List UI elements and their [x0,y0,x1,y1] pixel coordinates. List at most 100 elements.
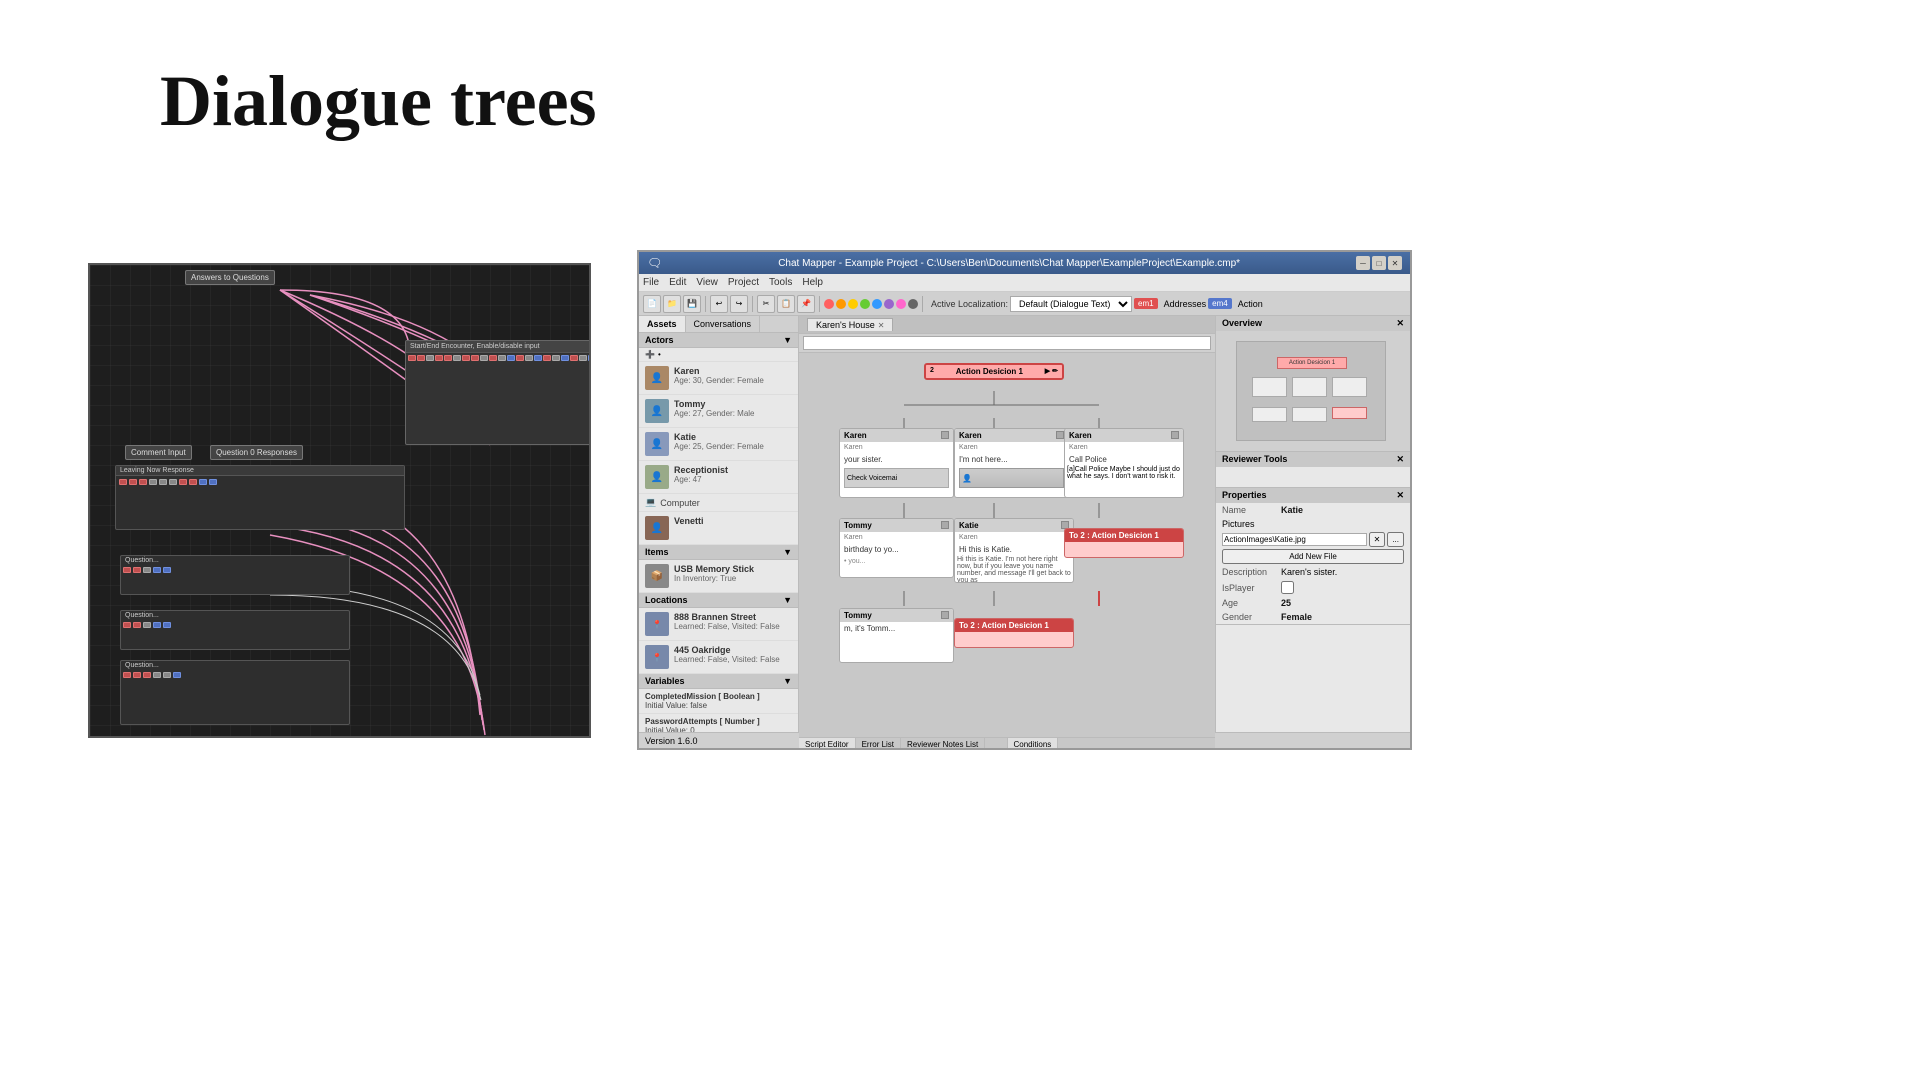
node-your-sister[interactable]: Karen Karen your sister. Check Voicemai [839,428,954,498]
prop-name-value: Katie [1281,505,1303,515]
location-445[interactable]: 📍 445 Oakridge Learned: False, Visited: … [639,641,798,674]
actor-tommy[interactable]: 👤 Tommy Age: 27, Gender: Male [639,395,798,428]
actor-katie[interactable]: 👤 Katie Age: 25, Gender: Female [639,428,798,461]
tab-error-list[interactable]: Error List [856,738,901,748]
prop-isplayer-label: IsPlayer [1222,583,1277,593]
cm-main-body: Assets Conversations Actors ▼ ➕• 👤 Karen… [639,316,1410,748]
overview-mini-map[interactable]: Action Desicion 1 [1216,331,1410,451]
add-new-file-button[interactable]: Add New File [1222,549,1404,564]
menu-project[interactable]: Project [728,277,759,288]
item-usb[interactable]: 📦 USB Memory Stick In Inventory: True [639,560,798,593]
tab-assets[interactable]: Assets [639,316,686,332]
tb-undo[interactable]: ↩ [710,295,728,313]
tb-redo[interactable]: ↪ [730,295,748,313]
prop-gender-label: Gender [1222,612,1277,622]
node-birthday[interactable]: Tommy Karen birthday to yo... • you... [839,518,954,578]
tab-conversations[interactable]: Conversations [686,316,761,332]
node-call-police[interactable]: Karen Karen Call Police [a]Call Police M… [1064,428,1184,498]
close-button[interactable]: ✕ [1388,256,1402,270]
actor-receptionist[interactable]: 👤 Receptionist Age: 47 [639,461,798,494]
tb-save[interactable]: 💾 [683,295,701,313]
location-888[interactable]: 📍 888 Brannen Street Learned: False, Vis… [639,608,798,641]
prop-pictures-path-row: ✕ ... [1216,531,1410,548]
ng-label-q1: Question... [121,556,349,565]
prop-name-row: Name Katie [1216,503,1410,517]
addresses-label: Addresses [1164,299,1207,309]
prop-age-row: Age 25 [1216,596,1410,610]
conditions-panel: Conditions [1008,738,1216,748]
prop-desc-value: Karen's sister. [1281,567,1337,577]
prop-pictures-clear[interactable]: ✕ [1369,532,1386,547]
version-bar: Version 1.6.0 [639,732,799,748]
cm-assets-panel: Assets Conversations Actors ▼ ➕• 👤 Karen… [639,316,799,748]
actor-computer[interactable]: 💻 Computer [639,494,798,512]
tab-script-editor[interactable]: Script Editor [799,738,856,748]
reviewer-tools-section: Reviewer Tools ✕ [1216,452,1410,488]
cm-right-panel: Overview ✕ Action Desicion 1 [1215,316,1410,748]
location-888-icon: 📍 [645,612,669,636]
properties-header: Properties ✕ [1216,488,1410,503]
action-decision-node[interactable]: 2 Action Desicion 1 ▶ ✏ [924,363,1064,380]
properties-section: Properties ✕ Name Katie Pictures ✕ ... A… [1216,488,1410,625]
prop-desc-label: Description [1222,567,1277,577]
script-panel-tabs: Script Editor Error List Reviewer Notes … [799,738,1007,748]
prop-isplayer-checkbox[interactable] [1281,581,1294,594]
tab-conditions[interactable]: Conditions [1008,738,1059,748]
minimize-button[interactable]: ─ [1356,256,1370,270]
var-completed-mission[interactable]: CompletedMission [ Boolean ] Initial Val… [639,689,798,714]
menu-file[interactable]: File [643,277,659,288]
menu-edit[interactable]: Edit [669,277,686,288]
overview-section: Overview ✕ Action Desicion 1 [1216,316,1410,452]
actor-venetti[interactable]: 👤 Venetti [639,512,798,545]
cm-toolbar: 📄 📁 💾 ↩ ↪ ✂ 📋 📌 Active Localization: Def… [639,292,1410,316]
actor-karen[interactable]: 👤 Karen Age: 30, Gender: Female [639,362,798,395]
locations-section-header: Locations ▼ [639,593,798,608]
doc-tab-close[interactable]: ✕ [878,321,885,330]
prop-age-label: Age [1222,598,1277,608]
cm-title-bar: 🗨 Chat Mapper - Example Project - C:\Use… [639,252,1410,274]
menu-tools[interactable]: Tools [769,277,792,288]
node-graph-canvas: Answers to Questions Start/End Encounter… [90,265,589,736]
node-im-not-here[interactable]: Karen Karen I'm not here... 👤 [954,428,1069,498]
cm-doc-tab-bar: Karen's House ✕ [799,316,1215,334]
prop-pictures-input[interactable] [1222,533,1367,546]
node-action-ref[interactable]: To 2 : Action Desicion 1 [1064,528,1184,558]
tb-new[interactable]: 📄 [643,295,661,313]
actors-section-header: Actors ▼ [639,333,798,348]
actor-venetti-avatar: 👤 [645,516,669,540]
tree-search-input[interactable] [803,336,1211,350]
item-usb-icon: 📦 [645,564,669,588]
script-editor-panel: Script Editor Error List Reviewer Notes … [799,738,1008,748]
doc-tab-karens-house[interactable]: Karen's House ✕ [807,318,893,331]
menu-view[interactable]: View [696,277,718,288]
prop-pictures-row: Pictures [1216,517,1410,531]
localization-dropdown[interactable]: Default (Dialogue Text) [1010,296,1132,312]
cm-dialogue-tree-panel: Karen's House ✕ [799,316,1215,748]
node-hi-katie[interactable]: Katie Karen Hi this is Katie. Hi this is… [954,518,1074,583]
prop-gender-value: Female [1281,612,1312,622]
prop-description-row: Description Karen's sister. [1216,565,1410,579]
prop-pictures-browse[interactable]: ... [1387,532,1404,547]
page-title: Dialogue trees [160,60,597,143]
actor-tommy-avatar: 👤 [645,399,669,423]
cm-tree-area: 2 Action Desicion 1 ▶ ✏ Karen Karen your… [799,353,1215,737]
tb-cut[interactable]: ✂ [757,295,775,313]
node-its-tommy[interactable]: Tommy m, it's Tomm... [839,608,954,663]
tb-copy[interactable]: 📋 [777,295,795,313]
prop-name-label: Name [1222,505,1277,515]
ng-label-answers: Answers to Questions [185,270,275,285]
actor-receptionist-avatar: 👤 [645,465,669,489]
tb-paste[interactable]: 📌 [797,295,815,313]
ng-label-leaving: Leaving Now Response [116,466,404,476]
maximize-button[interactable]: □ [1372,256,1386,270]
menu-help[interactable]: Help [802,277,823,288]
node-action-ref2[interactable]: To 2 : Action Desicion 1 [954,618,1074,648]
location-445-icon: 📍 [645,645,669,669]
cm-bottom-panels: Script Editor Error List Reviewer Notes … [799,737,1215,748]
tab-reviewer-notes[interactable]: Reviewer Notes List [901,738,985,748]
badge-em1: em1 [1134,298,1158,309]
prop-age-value: 25 [1281,598,1291,608]
right-screenshot-chat-mapper: 🗨 Chat Mapper - Example Project - C:\Use… [637,250,1412,750]
ng-label-comment: Comment Input [125,445,192,460]
tb-open[interactable]: 📁 [663,295,681,313]
